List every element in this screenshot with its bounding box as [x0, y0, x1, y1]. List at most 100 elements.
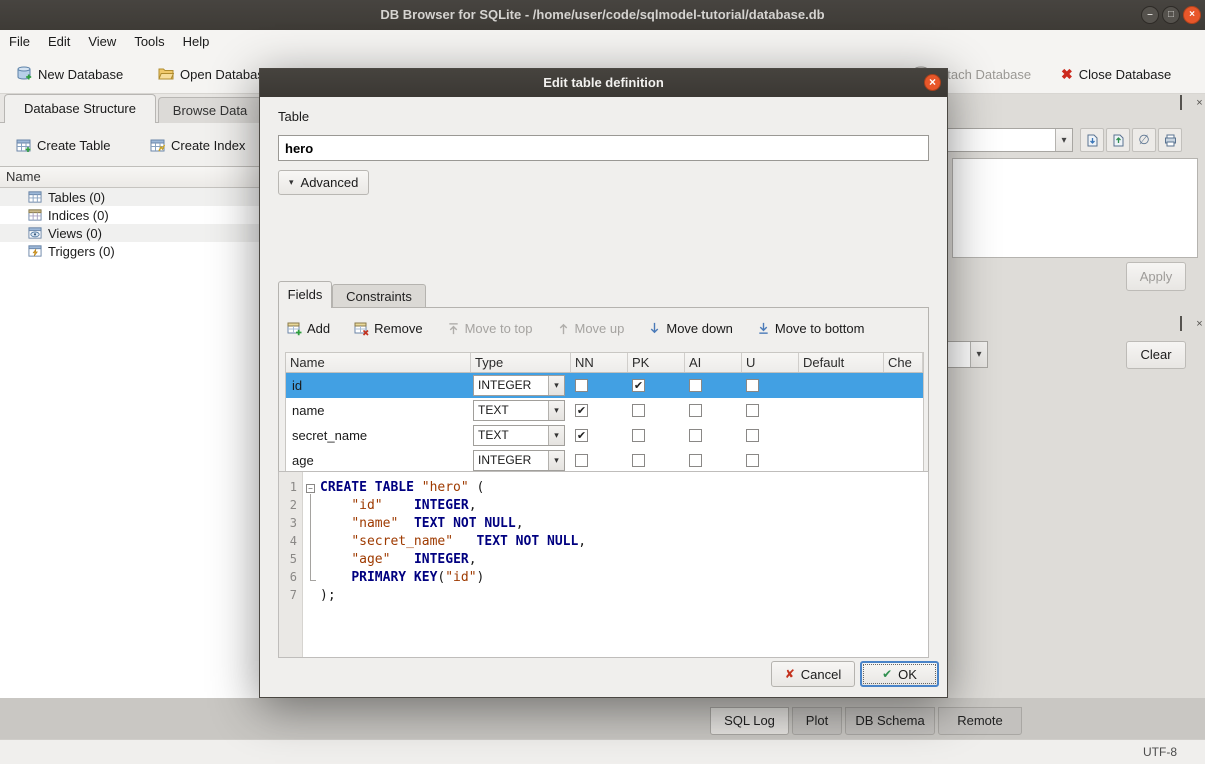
default-cell[interactable] [799, 448, 884, 473]
cancel-button[interactable]: ✘ Cancel [771, 661, 855, 687]
remove-field-button[interactable]: Remove [354, 321, 422, 336]
field-row[interactable]: name TEXT ▾ ✔ [286, 398, 923, 423]
create-table-label: Create Table [37, 138, 110, 153]
nn-checkbox[interactable] [575, 379, 588, 392]
field-row[interactable]: secret_name TEXT ▾ ✔ [286, 423, 923, 448]
fold-collapse-icon[interactable]: − [306, 484, 315, 493]
column-header-name[interactable]: Name [286, 353, 471, 372]
cell-editor[interactable] [952, 158, 1198, 258]
dock-close-icon[interactable]: × [1193, 97, 1205, 110]
menu-help[interactable]: Help [174, 30, 219, 54]
pk-checkbox[interactable] [632, 429, 645, 442]
pk-checkbox[interactable]: ✔ [632, 379, 645, 392]
check-cell[interactable] [884, 423, 923, 448]
u-checkbox[interactable] [746, 404, 759, 417]
type-combobox[interactable]: INTEGER ▾ [473, 375, 565, 396]
sql-preview[interactable]: 1234567 − CREATE TABLE "hero" ( "id" INT… [278, 471, 929, 658]
cell-mode-combobox[interactable]: ▾ [935, 128, 1073, 152]
tab-database-structure[interactable]: Database Structure [4, 94, 156, 123]
ai-checkbox[interactable] [689, 404, 702, 417]
close-database-button[interactable]: ✖ Close Database [1053, 60, 1179, 88]
chevron-down-icon: ▾ [289, 177, 294, 188]
create-index-icon [150, 138, 165, 153]
ai-checkbox[interactable] [689, 429, 702, 442]
default-cell[interactable] [799, 398, 884, 423]
field-type-cell: TEXT ▾ [471, 423, 571, 448]
field-name-cell[interactable]: age [286, 448, 471, 473]
tab-constraints[interactable]: Constraints [332, 284, 426, 308]
column-header-default[interactable]: Default [799, 353, 884, 372]
type-combobox[interactable]: INTEGER ▾ [473, 450, 565, 471]
apply-button: Apply [1126, 262, 1186, 291]
field-name-cell[interactable]: secret_name [286, 423, 471, 448]
nn-checkbox[interactable]: ✔ [575, 429, 588, 442]
bottom-tab-db-schema[interactable]: DB Schema [845, 707, 935, 735]
check-cell[interactable] [884, 448, 923, 473]
field-name-cell[interactable]: name [286, 398, 471, 423]
nn-checkbox[interactable]: ✔ [575, 404, 588, 417]
bottom-tab-sql-log[interactable]: SQL Log [710, 707, 789, 735]
new-database-button[interactable]: New Database [8, 60, 131, 88]
default-cell[interactable] [799, 423, 884, 448]
sql-code-lines[interactable]: CREATE TABLE "hero" ( "id" INTEGER, "nam… [318, 472, 592, 657]
type-combobox[interactable]: TEXT ▾ [473, 400, 565, 421]
create-table-button[interactable]: Create Table [8, 131, 118, 159]
check-cell[interactable] [884, 398, 923, 423]
menu-edit[interactable]: Edit [39, 30, 79, 54]
column-header-check[interactable]: Che [884, 353, 923, 372]
menu-view[interactable]: View [79, 30, 125, 54]
dialog-title: Edit table definition [543, 75, 664, 90]
u-checkbox[interactable] [746, 379, 759, 392]
close-window-button[interactable]: × [1183, 6, 1201, 24]
dock-close-icon[interactable]: × [1193, 318, 1205, 331]
type-combobox[interactable]: TEXT ▾ [473, 425, 565, 446]
ok-button[interactable]: ✔ OK [860, 661, 939, 687]
column-header-type[interactable]: Type [471, 353, 571, 372]
tab-browse-data[interactable]: Browse Data [158, 97, 262, 123]
ai-checkbox[interactable] [689, 454, 702, 467]
pk-checkbox[interactable] [632, 404, 645, 417]
create-index-button[interactable]: Create Index [142, 131, 253, 159]
field-row[interactable]: id INTEGER ▾ ✔ [286, 373, 923, 398]
attach-database-label: Attach Database [935, 67, 1031, 82]
cell-set-null-button[interactable]: ∅ [1132, 128, 1156, 152]
open-database-icon [158, 66, 174, 82]
field-row[interactable]: age INTEGER ▾ [286, 448, 923, 473]
cell-print-button[interactable] [1158, 128, 1182, 152]
encoding-label: UTF-8 [1143, 740, 1177, 764]
cell-export-button[interactable] [1106, 128, 1130, 152]
nn-checkbox[interactable] [575, 454, 588, 467]
maximize-button[interactable]: □ [1162, 6, 1180, 24]
default-cell[interactable] [799, 373, 884, 398]
cancel-label: Cancel [801, 667, 841, 682]
bottom-tab-plot[interactable]: Plot [792, 707, 842, 735]
dock-float-icon[interactable] [1174, 97, 1187, 110]
add-field-button[interactable]: Add [287, 321, 330, 336]
bottom-tab-remote[interactable]: Remote [938, 707, 1022, 735]
fold-guide-line [310, 494, 311, 580]
tab-fields[interactable]: Fields [278, 281, 332, 308]
clear-button[interactable]: Clear [1126, 341, 1186, 369]
u-checkbox[interactable] [746, 454, 759, 467]
views-icon [28, 226, 42, 240]
field-name-cell[interactable]: id [286, 373, 471, 398]
table-name-input[interactable] [278, 135, 929, 161]
move-down-button[interactable]: Move down [648, 321, 732, 336]
column-header-nn[interactable]: NN [571, 353, 628, 372]
menu-tools[interactable]: Tools [125, 30, 173, 54]
check-cell[interactable] [884, 373, 923, 398]
minimize-button[interactable]: – [1141, 6, 1159, 24]
move-to-bottom-button[interactable]: Move to bottom [757, 321, 865, 336]
ai-checkbox[interactable] [689, 379, 702, 392]
dock-float-icon[interactable] [1174, 318, 1187, 331]
menu-file[interactable]: File [0, 30, 39, 54]
column-header-u[interactable]: U [742, 353, 799, 372]
u-checkbox[interactable] [746, 429, 759, 442]
dialog-close-button[interactable]: × [924, 74, 941, 91]
column-header-ai[interactable]: AI [685, 353, 742, 372]
move-down-label: Move down [666, 321, 732, 336]
pk-checkbox[interactable] [632, 454, 645, 467]
cell-import-button[interactable] [1080, 128, 1104, 152]
advanced-toggle[interactable]: ▾ Advanced [278, 170, 369, 195]
column-header-pk[interactable]: PK [628, 353, 685, 372]
